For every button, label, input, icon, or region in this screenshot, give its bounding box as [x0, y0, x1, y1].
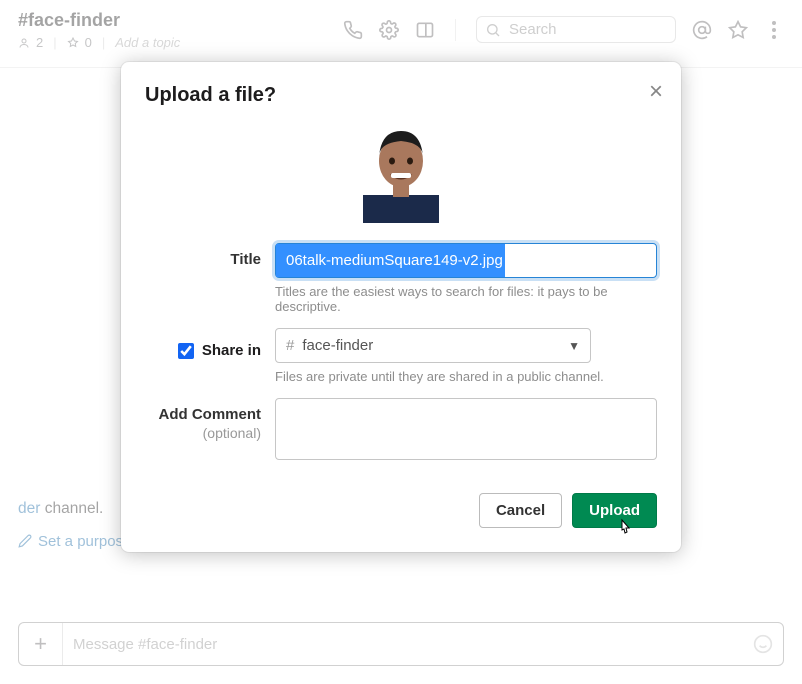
- comment-input[interactable]: [275, 398, 657, 460]
- share-checkbox[interactable]: [178, 343, 194, 359]
- cancel-button[interactable]: Cancel: [479, 493, 562, 528]
- comment-label: Add Comment (optional): [145, 398, 275, 465]
- upload-file-modal: Upload a file? ×: [121, 62, 681, 552]
- hash-icon: #: [286, 337, 294, 354]
- file-thumbnail: [351, 123, 451, 223]
- share-channel-dropdown[interactable]: # face-finder ▼: [275, 328, 591, 363]
- chevron-down-icon: ▼: [568, 339, 580, 353]
- title-label: Title: [145, 243, 275, 278]
- modal-overlay: Upload a file? ×: [0, 0, 802, 684]
- close-icon[interactable]: ×: [649, 80, 663, 104]
- upload-button[interactable]: Upload: [572, 493, 657, 528]
- share-hint: Files are private until they are shared …: [275, 369, 657, 384]
- cursor-pointer-icon: [617, 518, 635, 540]
- title-hint: Titles are the easiest ways to search fo…: [275, 284, 657, 314]
- modal-title: Upload a file?: [145, 84, 657, 107]
- share-label: Share in: [202, 342, 261, 359]
- title-input[interactable]: 06talk-mediumSquare149-v2.jpg: [275, 243, 657, 278]
